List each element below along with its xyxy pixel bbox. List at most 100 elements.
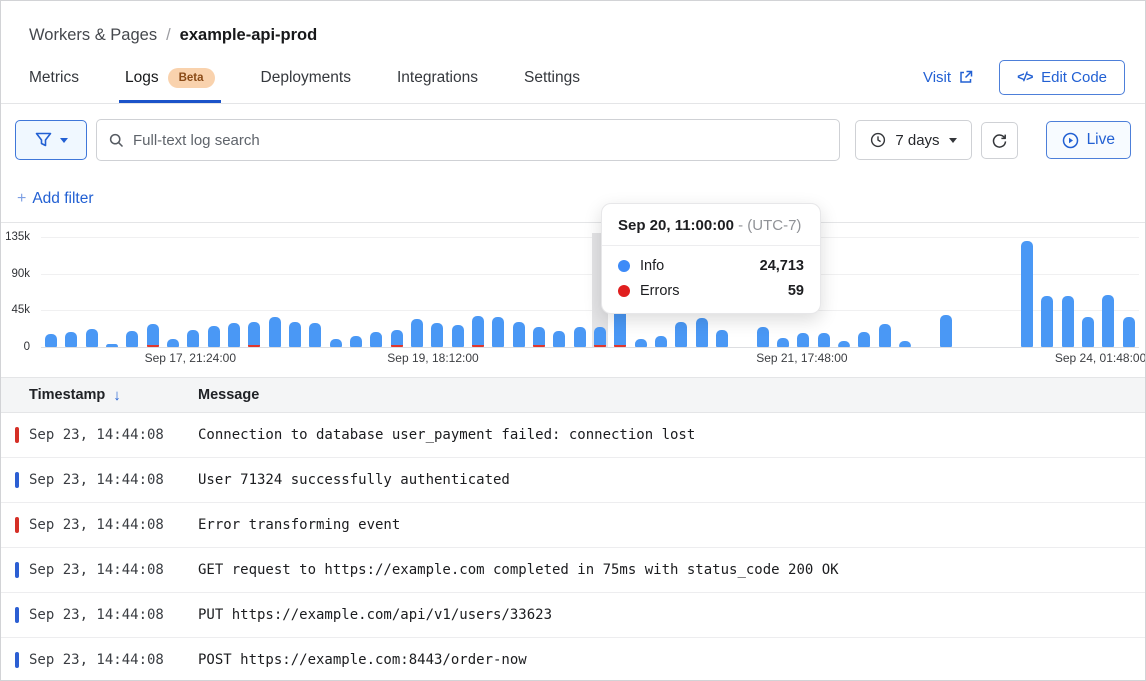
chart-x-axis: Sep 17, 21:24:00Sep 19, 18:12:00Sep 21, … (41, 347, 1139, 369)
refresh-button[interactable] (981, 122, 1018, 159)
log-row[interactable]: Sep 23, 14:44:08User 71324 successfully … (1, 458, 1145, 503)
add-filter-button[interactable]: + Add filter (17, 190, 94, 208)
chart-bar-slot[interactable] (82, 237, 102, 347)
chart-bar-slot[interactable] (41, 237, 61, 347)
log-volume-chart: 135k90k45k0 Sep 17, 21:24:00Sep 19, 18:1… (1, 223, 1145, 377)
chart-bar-error-segment (614, 345, 626, 347)
time-range-dropdown[interactable]: 7 days (855, 120, 971, 160)
tooltip-errors-row: Errors 59 (618, 283, 804, 299)
chart-bar-slot[interactable] (956, 237, 976, 347)
chart-bar-slot[interactable] (387, 237, 407, 347)
chart-bar (1102, 295, 1114, 347)
chart-bar-slot[interactable] (1017, 237, 1037, 347)
log-row[interactable]: Sep 23, 14:44:08Error transforming event (1, 503, 1145, 548)
chart-bar-slot[interactable] (224, 237, 244, 347)
breadcrumb-section[interactable]: Workers & Pages (29, 26, 157, 45)
tab-settings[interactable]: Settings (524, 59, 580, 103)
chart-bar-slot[interactable] (1057, 237, 1077, 347)
sort-descending-icon[interactable]: ↓ (113, 387, 121, 404)
chart-bar-slot[interactable] (102, 237, 122, 347)
tooltip-series-value: 59 (788, 283, 804, 299)
chart-bar (106, 344, 118, 347)
chart-bar-slot[interactable] (549, 237, 569, 347)
tab-logs[interactable]: Logs Beta (125, 59, 215, 103)
chart-bar (797, 333, 809, 347)
chart-bar-slot[interactable] (509, 237, 529, 347)
filter-dropdown-button[interactable] (15, 120, 87, 160)
chart-bar (147, 324, 159, 347)
chart-bar-slot[interactable] (163, 237, 183, 347)
chart-bar-slot[interactable] (346, 237, 366, 347)
search-box[interactable] (96, 119, 840, 161)
message-column-header: Message (198, 387, 1145, 403)
search-input[interactable] (133, 132, 827, 149)
chart-bar-slot[interactable] (61, 237, 81, 347)
chart-bar-slot[interactable] (468, 237, 488, 347)
chart-bar-slot[interactable] (326, 237, 346, 347)
chart-bar (391, 330, 403, 347)
chart-bar-slot[interactable] (915, 237, 935, 347)
chart-bar-slot[interactable] (183, 237, 203, 347)
log-row[interactable]: Sep 23, 14:44:08POST https://example.com… (1, 638, 1145, 681)
visit-link[interactable]: Visit (923, 69, 973, 86)
log-timestamp: Sep 23, 14:44:08 (1, 652, 198, 668)
chart-bar-slot[interactable] (143, 237, 163, 347)
chart-bar-slot[interactable] (996, 237, 1016, 347)
code-icon: </> (1017, 70, 1032, 84)
chevron-down-icon (60, 138, 68, 143)
chart-bar-slot[interactable] (976, 237, 996, 347)
chart-bar-slot[interactable] (122, 237, 142, 347)
chart-bar-slot[interactable] (448, 237, 468, 347)
log-level-indicator-info (15, 562, 19, 578)
chart-bar-slot[interactable] (305, 237, 325, 347)
chart-bar (65, 332, 77, 347)
chart-bar (350, 336, 362, 347)
chart-bar-slot[interactable] (854, 237, 874, 347)
chart-bar-slot[interactable] (244, 237, 264, 347)
tabs-actions: Visit </> Edit Code (923, 59, 1125, 103)
error-dot-icon (618, 285, 630, 297)
chart-bar-slot[interactable] (1118, 237, 1138, 347)
log-message: GET request to https://example.com compl… (198, 562, 1145, 578)
message-header-label: Message (198, 387, 259, 403)
play-circle-icon (1062, 132, 1079, 149)
chart-bar-slot[interactable] (204, 237, 224, 347)
chart-bar-slot[interactable] (834, 237, 854, 347)
tab-metrics[interactable]: Metrics (29, 59, 79, 103)
tooltip-timestamp: Sep 20, 11:00:00 (618, 217, 734, 234)
log-row[interactable]: Sep 23, 14:44:08GET request to https://e… (1, 548, 1145, 593)
tab-label: Metrics (29, 69, 79, 87)
chart-bar (594, 327, 606, 347)
log-row[interactable]: Sep 23, 14:44:08Connection to database u… (1, 413, 1145, 458)
chart-bar (411, 319, 423, 347)
chart-bar-slot[interactable] (427, 237, 447, 347)
chart-bar-slot[interactable] (1098, 237, 1118, 347)
chart-bar (574, 327, 586, 347)
chart-bar-slot[interactable] (529, 237, 549, 347)
log-message: Connection to database user_payment fail… (198, 427, 1145, 443)
chart-bar-slot[interactable] (488, 237, 508, 347)
chart-bar (269, 317, 281, 347)
chart-bar-slot[interactable] (407, 237, 427, 347)
chart-bar-slot[interactable] (265, 237, 285, 347)
beta-badge: Beta (168, 68, 215, 88)
chart-bar-slot[interactable] (285, 237, 305, 347)
topbar: Workers & Pages / example-api-prod (1, 1, 1145, 59)
log-table-header: Timestamp ↓ Message (1, 378, 1145, 413)
info-dot-icon (618, 260, 630, 272)
y-axis-tick: 90k (11, 268, 30, 280)
log-row[interactable]: Sep 23, 14:44:08PUT https://example.com/… (1, 593, 1145, 638)
chart-bar-slot[interactable] (935, 237, 955, 347)
chart-bar-slot[interactable] (1078, 237, 1098, 347)
chart-bar-slot[interactable] (1037, 237, 1057, 347)
live-button[interactable]: Live (1046, 121, 1131, 159)
edit-code-button[interactable]: </> Edit Code (999, 60, 1125, 95)
tab-deployments[interactable]: Deployments (261, 59, 351, 103)
chart-bar-slot[interactable] (366, 237, 386, 347)
chart-bar-slot[interactable] (895, 237, 915, 347)
chart-bar-slot[interactable] (874, 237, 894, 347)
chart-bar (228, 323, 240, 347)
timestamp-header-label: Timestamp (29, 387, 105, 403)
chart-bar-slot[interactable] (570, 237, 590, 347)
tab-integrations[interactable]: Integrations (397, 59, 478, 103)
